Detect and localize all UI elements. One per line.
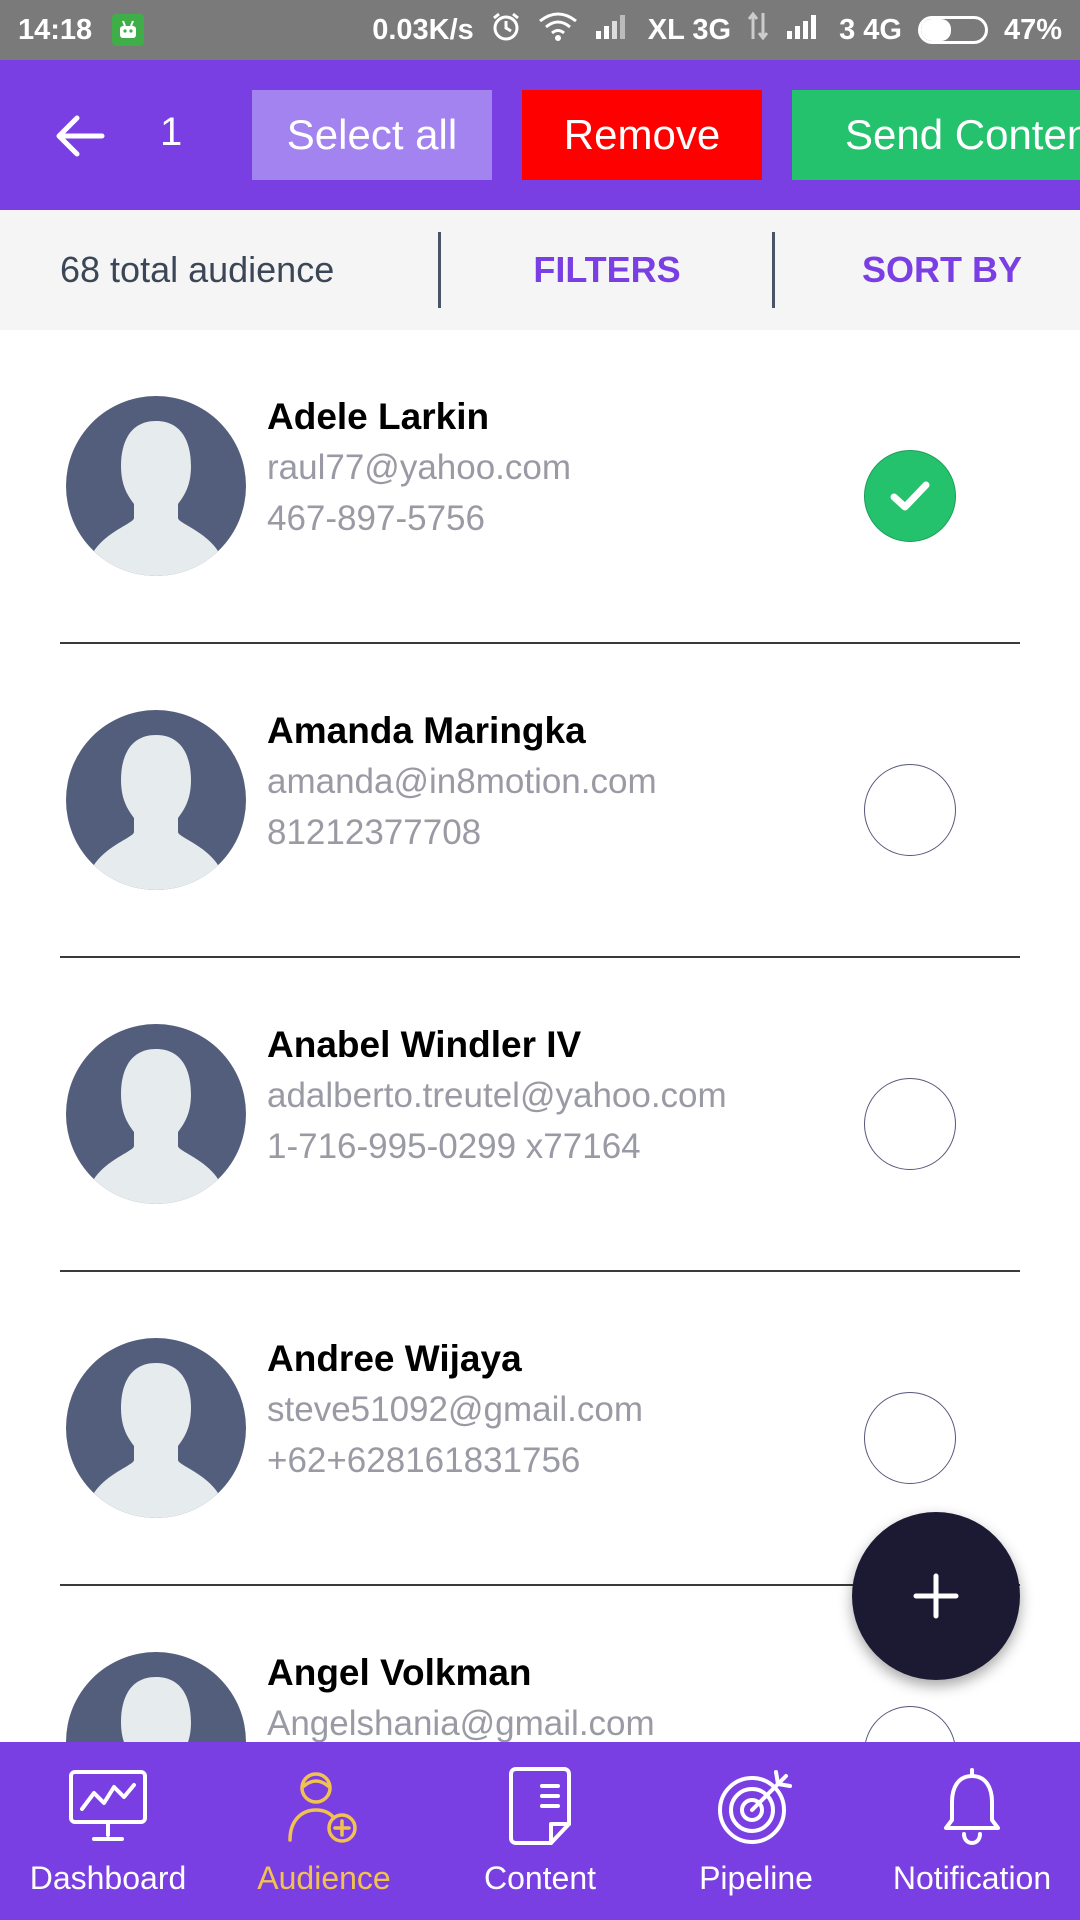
selection-toolbar: 1 Select all Remove Send Content (0, 60, 1080, 210)
bell-icon (932, 1766, 1012, 1846)
filter-bar: 68 total audience FILTERS SORT BY (0, 210, 1080, 330)
contact-name: Andree Wijaya (267, 1338, 522, 1379)
contact-phone: 81212377708 (267, 813, 482, 852)
contact-name: Angel Volkman (267, 1652, 532, 1693)
avatar-placeholder-icon (66, 1338, 246, 1518)
battery-level (920, 19, 952, 41)
battery-percent: 47% (1003, 13, 1062, 46)
contact-phone: 1-716-995-0299 x77164 (267, 1127, 641, 1166)
contact-name: Anabel Windler IV (267, 1024, 582, 1065)
person-add-icon (284, 1766, 364, 1846)
contact-phone: +62+628161831756 (267, 1441, 581, 1480)
sort-by-button[interactable]: SORT BY (774, 249, 1080, 291)
back-arrow-icon[interactable] (50, 106, 110, 166)
contact-name: Amanda Maringka (267, 710, 586, 751)
audience-list-item[interactable]: Anabel Windler IV adalberto.treutel@yaho… (0, 958, 1080, 1272)
send-content-button[interactable]: Send Content (792, 90, 1080, 180)
battery-icon (917, 16, 988, 44)
android-app-icon (112, 14, 145, 46)
filters-button[interactable]: FILTERS (440, 249, 774, 291)
nav-label: Pipeline (699, 1860, 813, 1896)
bottom-navigation: Dashboard Audience Content Pipeline Noti… (0, 1742, 1080, 1920)
nav-label: Dashboard (29, 1860, 187, 1896)
data-transfer-icon (747, 11, 769, 49)
add-audience-button[interactable] (852, 1512, 1020, 1680)
avatar-placeholder-icon (66, 396, 246, 576)
audience-list-item[interactable]: Adele Larkin raul77@yahoo.com 467-897-57… (0, 330, 1080, 644)
select-all-button[interactable]: Select all (252, 90, 492, 180)
carrier-2: 3 4G (839, 13, 902, 46)
document-icon (500, 1766, 580, 1846)
select-checkbox-checked[interactable] (864, 450, 956, 542)
monitor-chart-icon (68, 1766, 148, 1846)
plus-icon (913, 1573, 959, 1619)
carrier-1: XL 3G (647, 13, 732, 46)
contact-email: raul77@yahoo.com (267, 448, 572, 487)
status-bar: 14:18 0.03K/s XL 3G 3 4G 47% (0, 0, 1080, 60)
remove-button[interactable]: Remove (522, 90, 762, 180)
status-time: 14:18 (18, 13, 93, 46)
contact-email: steve51092@gmail.com (267, 1390, 643, 1429)
nav-label: Content (483, 1860, 597, 1896)
nav-label: Notification (892, 1860, 1052, 1896)
contact-name: Adele Larkin (267, 396, 490, 437)
contact-email: amanda@in8motion.com (267, 762, 657, 801)
nav-label: Audience (257, 1860, 391, 1896)
alarm-icon (490, 11, 522, 50)
select-checkbox[interactable] (864, 1706, 956, 1742)
nav-content[interactable]: Content (432, 1742, 648, 1920)
signal-icon-1 (594, 13, 632, 47)
total-audience-count: 68 total audience (60, 249, 335, 290)
target-icon (716, 1766, 796, 1846)
net-speed: 0.03K/s (372, 13, 474, 46)
wifi-icon (538, 11, 578, 49)
audience-list-item[interactable]: Amanda Maringka amanda@in8motion.com 812… (0, 644, 1080, 958)
signal-icon-2 (785, 13, 823, 47)
avatar-placeholder-icon (66, 710, 246, 890)
select-checkbox[interactable] (864, 1078, 956, 1170)
avatar-placeholder-icon (66, 1024, 246, 1204)
contact-phone: 467-897-5756 (267, 499, 485, 538)
select-checkbox[interactable] (864, 1392, 956, 1484)
selected-count: 1 (160, 110, 183, 154)
avatar-placeholder-icon (66, 1652, 246, 1742)
contact-email: adalberto.treutel@yahoo.com (267, 1076, 727, 1115)
nav-pipeline[interactable]: Pipeline (648, 1742, 864, 1920)
select-checkbox[interactable] (864, 764, 956, 856)
nav-dashboard[interactable]: Dashboard (0, 1742, 216, 1920)
checkmark-icon (890, 481, 930, 511)
contact-email: Angelshania@gmail.com (267, 1704, 655, 1742)
nav-audience[interactable]: Audience (216, 1742, 432, 1920)
nav-notification[interactable]: Notification (864, 1742, 1080, 1920)
